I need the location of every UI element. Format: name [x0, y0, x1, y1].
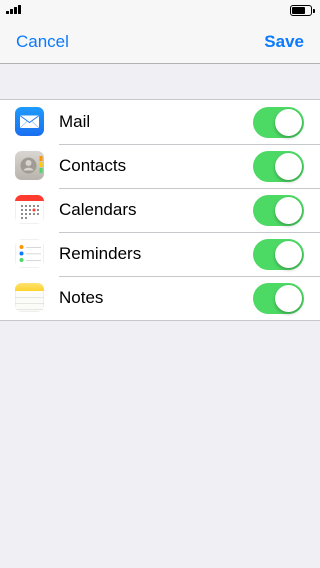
calendars-toggle[interactable]: [253, 194, 304, 226]
cancel-button[interactable]: Cancel: [16, 32, 69, 52]
item-label: Notes: [59, 288, 104, 307]
sync-options-list: Mail Contacts Calendars Reminders Notes: [0, 99, 320, 321]
calendar-icon: [15, 195, 44, 224]
item-label: Contacts: [59, 156, 127, 175]
battery-icon: [290, 5, 315, 16]
list-item-notes: Notes: [0, 276, 320, 320]
notes-toggle[interactable]: [253, 282, 304, 314]
mail-toggle[interactable]: [253, 106, 304, 138]
save-button[interactable]: Save: [264, 32, 304, 52]
list-item-calendars: Calendars: [0, 188, 320, 232]
list-item-contacts: Contacts: [0, 144, 320, 188]
contacts-toggle[interactable]: [253, 150, 304, 182]
status-bar: [0, 0, 320, 20]
reminders-toggle[interactable]: [253, 238, 304, 270]
list-item-mail: Mail: [0, 100, 320, 144]
list-item-reminders: Reminders: [0, 232, 320, 276]
mail-icon: [15, 107, 44, 136]
contacts-icon: [15, 151, 44, 180]
item-label: Reminders: [59, 244, 142, 263]
notes-icon: [15, 283, 44, 312]
signal-strength-icon: [6, 5, 26, 14]
reminders-icon: [15, 239, 44, 268]
item-label: Mail: [59, 112, 91, 131]
navigation-bar: Cancel Save: [0, 20, 320, 64]
item-label: Calendars: [59, 200, 137, 219]
